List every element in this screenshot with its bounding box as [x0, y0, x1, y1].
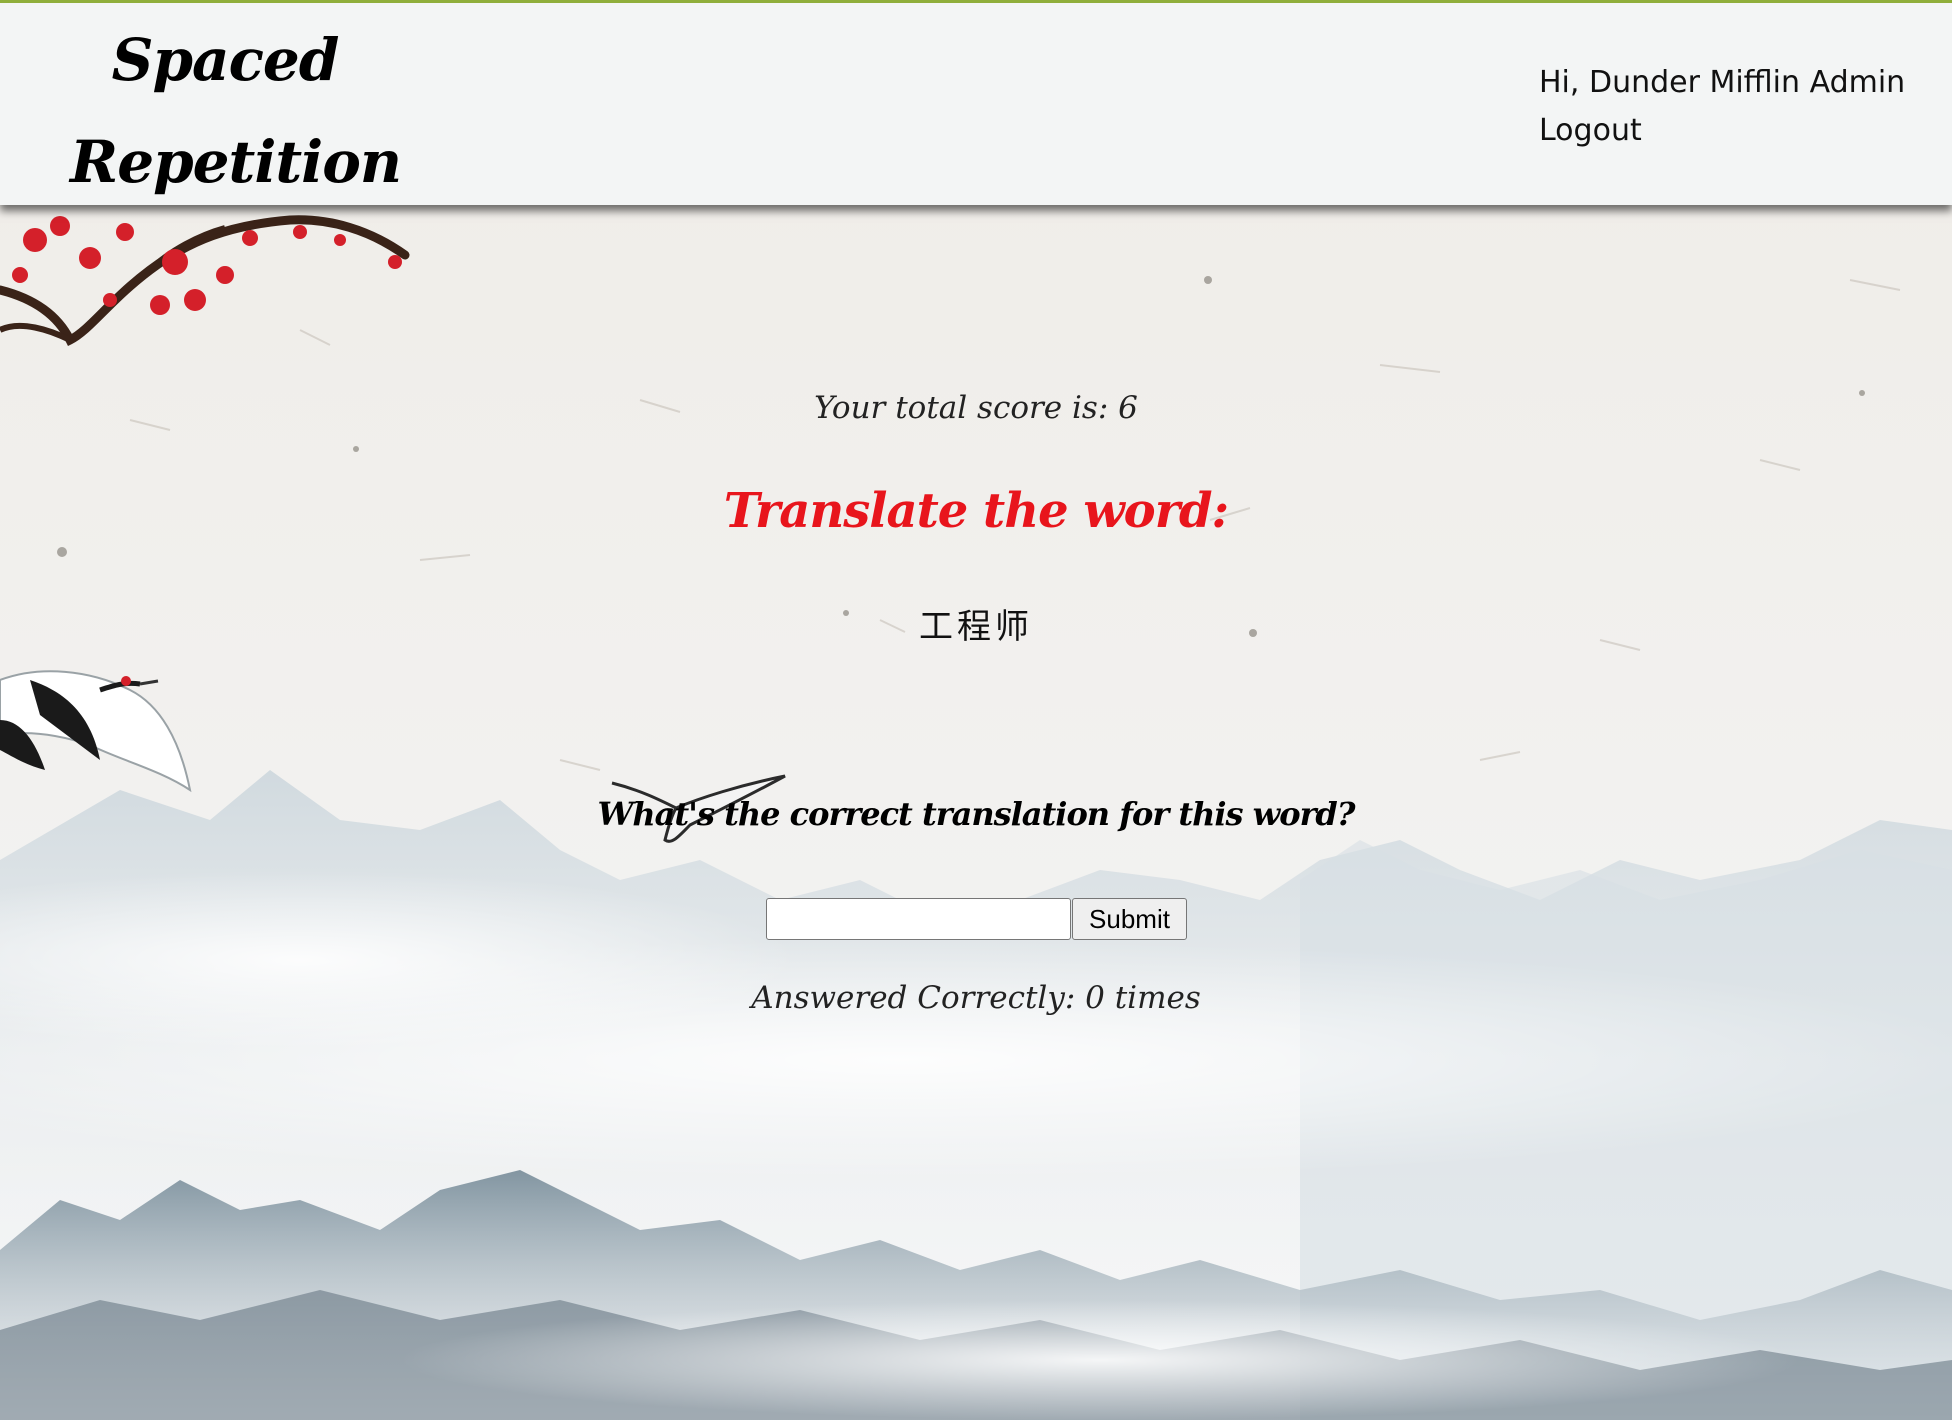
translation-question: What's the correct translation for this … — [597, 795, 1355, 833]
submit-button[interactable]: Submit — [1072, 898, 1187, 940]
logo-line-2: Repetition — [70, 128, 402, 196]
site-header: Spaced Repetition Hi, Dunder Mifflin Adm… — [0, 0, 1952, 205]
answer-input[interactable] — [766, 898, 1071, 940]
logo-line-1: Spaced — [111, 26, 340, 94]
word-to-translate: 工程师 — [919, 607, 1033, 647]
total-score: Your total score is: 6 — [814, 390, 1138, 426]
answer-form: Submit — [766, 898, 1187, 940]
logout-link[interactable]: Logout — [1539, 107, 1905, 155]
translate-heading: Translate the word: — [723, 483, 1230, 539]
user-area: Hi, Dunder Mifflin Admin Logout — [1539, 59, 1905, 155]
background-painting — [0, 0, 1952, 1420]
correct-count: Answered Correctly: 0 times — [751, 980, 1201, 1016]
user-greeting: Hi, Dunder Mifflin Admin — [1539, 65, 1906, 100]
site-logo[interactable]: Spaced Repetition — [70, 9, 402, 213]
